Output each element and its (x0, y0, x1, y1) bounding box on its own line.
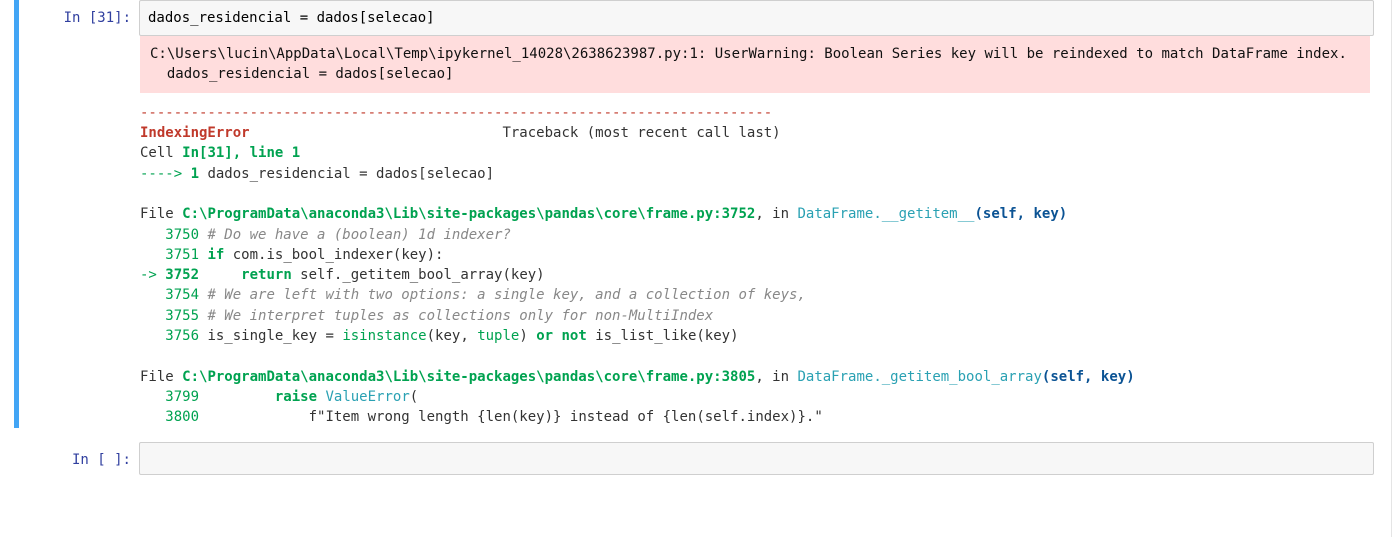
ln: 3752 (165, 267, 199, 283)
sig: (self, key) (1042, 369, 1135, 385)
pad (199, 409, 309, 425)
txt (553, 328, 561, 344)
path: C:\ProgramData\anaconda3\Lib\site-packag… (182, 206, 755, 222)
tb-3751: 3751 if com.is_bool_indexer(key): (140, 245, 1370, 265)
txt: self._getitem_bool_array(key) (292, 267, 545, 283)
tb-header-text: Traceback (most recent call last) (502, 125, 780, 141)
tb-3800: 3800 f"Item wrong length {len(key)} inst… (140, 407, 1370, 427)
sig: (self, key) (974, 206, 1067, 222)
blank (140, 184, 1370, 204)
pad (250, 125, 503, 141)
func: DataFrame._getitem_bool_array (797, 369, 1041, 385)
bi: isinstance (342, 328, 426, 344)
code-editor[interactable]: dados_residencial = dados[selecao] (139, 0, 1374, 36)
txt: ( (410, 389, 418, 405)
txt: is_single_key = (199, 328, 342, 344)
code: dados_residencial = dados[selecao] (199, 166, 494, 182)
tb-cell-line: Cell In[31], line 1 (140, 143, 1370, 163)
pad (199, 389, 275, 405)
exc: ValueError (325, 389, 409, 405)
tb-separator: ----------------------------------------… (140, 103, 1370, 123)
code-text: dados_residencial = dados[selecao] (148, 10, 435, 26)
kw: if (199, 247, 224, 263)
func: DataFrame.__getitem__ (797, 206, 974, 222)
blank (140, 346, 1370, 366)
txt: ) (519, 328, 536, 344)
txt: , in (755, 206, 797, 222)
ln: 3755 (140, 308, 199, 324)
txt: , in (755, 369, 797, 385)
tb-error-header: IndexingError Traceback (most recent cal… (140, 123, 1370, 143)
stderr-warning: C:\Users\lucin\AppData\Local\Temp\ipyker… (140, 36, 1370, 93)
pad (199, 267, 241, 283)
ln: 3800 (140, 409, 199, 425)
txt: f"Item wrong length {len(key)} instead o… (309, 409, 823, 425)
notebook-root: In [31]: dados_residencial = dados[selec… (0, 0, 1392, 537)
bi: tuple (477, 328, 519, 344)
kw: not (562, 328, 587, 344)
cell-inner: In [ ]: (19, 442, 1374, 475)
output-scroll[interactable]: C:\Users\lucin\AppData\Local\Temp\ipyker… (140, 36, 1374, 427)
cell-inner: In [31]: dados_residencial = dados[selec… (19, 0, 1374, 428)
kw: or (536, 328, 553, 344)
tb-file1: File C:\ProgramData\anaconda3\Lib\site-p… (140, 204, 1370, 224)
input-row: In [31]: dados_residencial = dados[selec… (19, 0, 1374, 36)
cmt: # We are left with two options: a single… (199, 287, 806, 303)
tb-3754: 3754 # We are left with two options: a s… (140, 285, 1370, 305)
ln: 3750 (140, 227, 199, 243)
code-cell-31[interactable]: In [31]: dados_residencial = dados[selec… (14, 0, 1374, 428)
output-area: C:\Users\lucin\AppData\Local\Temp\ipyker… (139, 36, 1374, 427)
tb-3750: 3750 # Do we have a (boolean) 1d indexer… (140, 225, 1370, 245)
ln: 3799 (140, 389, 199, 405)
tb-3799: 3799 raise ValueError( (140, 387, 1370, 407)
kw: return (241, 267, 292, 283)
arrow: ----> (140, 166, 191, 182)
txt: is_list_like(key) (587, 328, 739, 344)
tb-arrow-line: ----> 1 dados_residencial = dados[seleca… (140, 164, 1370, 184)
tb-3756: 3756 is_single_key = isinstance(key, tup… (140, 326, 1370, 346)
cmt: # Do we have a (boolean) 1d indexer? (199, 227, 511, 243)
txt: File (140, 369, 182, 385)
arrow: -> (140, 267, 165, 283)
code-editor[interactable] (139, 442, 1374, 475)
txt: In[31], line 1 (182, 145, 300, 161)
txt: (key, (427, 328, 478, 344)
tb-file2: File C:\ProgramData\anaconda3\Lib\site-p… (140, 367, 1370, 387)
code-cell-empty[interactable]: In [ ]: (14, 442, 1374, 475)
tb-3755: 3755 # We interpret tuples as collection… (140, 306, 1370, 326)
ln: 3751 (140, 247, 199, 263)
input-prompt: In [ ]: (19, 442, 139, 469)
tb-3752: -> 3752 return self._getitem_bool_array(… (140, 265, 1370, 285)
input-row: In [ ]: (19, 442, 1374, 475)
input-prompt: In [31]: (19, 0, 139, 27)
kw: raise (275, 389, 317, 405)
txt: com.is_bool_indexer(key): (224, 247, 443, 263)
path: C:\ProgramData\anaconda3\Lib\site-packag… (182, 369, 755, 385)
ln: 3754 (140, 287, 199, 303)
error-name: IndexingError (140, 125, 250, 141)
txt: File (140, 206, 182, 222)
cmt: # We interpret tuples as collections onl… (199, 308, 713, 324)
ln: 3756 (140, 328, 199, 344)
txt: Cell (140, 145, 182, 161)
one: 1 (191, 166, 199, 182)
